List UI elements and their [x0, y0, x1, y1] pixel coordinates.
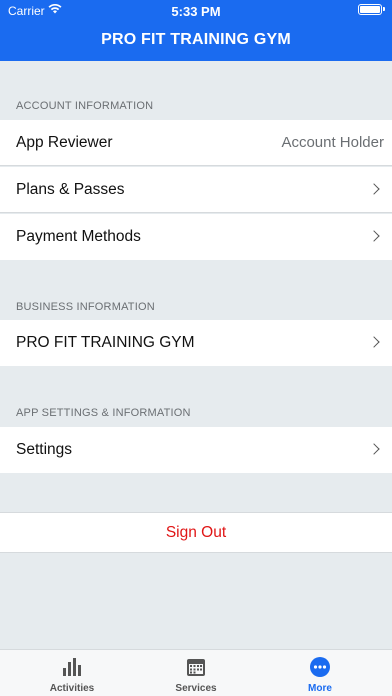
tab-more[interactable]: More	[255, 650, 385, 696]
more-icon	[309, 656, 331, 683]
settings-row[interactable]: Settings	[0, 427, 392, 473]
tab-activities[interactable]: Activities	[7, 650, 137, 696]
account-name-label: App Reviewer	[16, 134, 113, 151]
section-header-account: ACCOUNT INFORMATION	[16, 100, 154, 112]
business-row[interactable]: PRO FIT TRAINING GYM	[0, 320, 392, 366]
tab-services-label: Services	[175, 683, 217, 694]
business-name-label: PRO FIT TRAINING GYM	[16, 334, 195, 351]
plans-passes-label: Plans & Passes	[16, 181, 125, 198]
chevron-right-icon	[368, 183, 380, 195]
account-holder-row[interactable]: App Reviewer Account Holder	[0, 120, 392, 166]
sign-out-label: Sign Out	[165, 524, 227, 541]
bar-chart-icon	[61, 656, 83, 683]
section-header-business: BUSINESS INFORMATION	[16, 301, 155, 313]
battery-icon	[358, 4, 385, 15]
account-role-value: Account Holder	[281, 134, 384, 151]
tab-more-label: More	[308, 683, 332, 694]
sign-out-button[interactable]: Sign Out	[0, 512, 392, 553]
payment-methods-row[interactable]: Payment Methods	[0, 214, 392, 260]
chevron-right-icon	[368, 443, 380, 455]
app-header: Carrier 5:33 PM PRO FIT TRAINING GYM	[0, 0, 392, 61]
clock-time: 5:33 PM	[171, 4, 221, 19]
section-header-app-settings: APP SETTINGS & INFORMATION	[16, 407, 191, 419]
calendar-icon	[185, 656, 207, 683]
status-bar: Carrier 5:33 PM	[0, 0, 392, 22]
plans-passes-row[interactable]: Plans & Passes	[0, 167, 392, 213]
chevron-right-icon	[368, 336, 380, 348]
payment-methods-label: Payment Methods	[16, 228, 141, 245]
tab-activities-label: Activities	[49, 683, 95, 694]
tab-services[interactable]: Services	[131, 650, 261, 696]
tab-bar: Activities Services More	[0, 649, 392, 696]
chevron-right-icon	[368, 230, 380, 242]
settings-label: Settings	[16, 441, 73, 458]
page-title: PRO FIT TRAINING GYM	[101, 31, 291, 48]
